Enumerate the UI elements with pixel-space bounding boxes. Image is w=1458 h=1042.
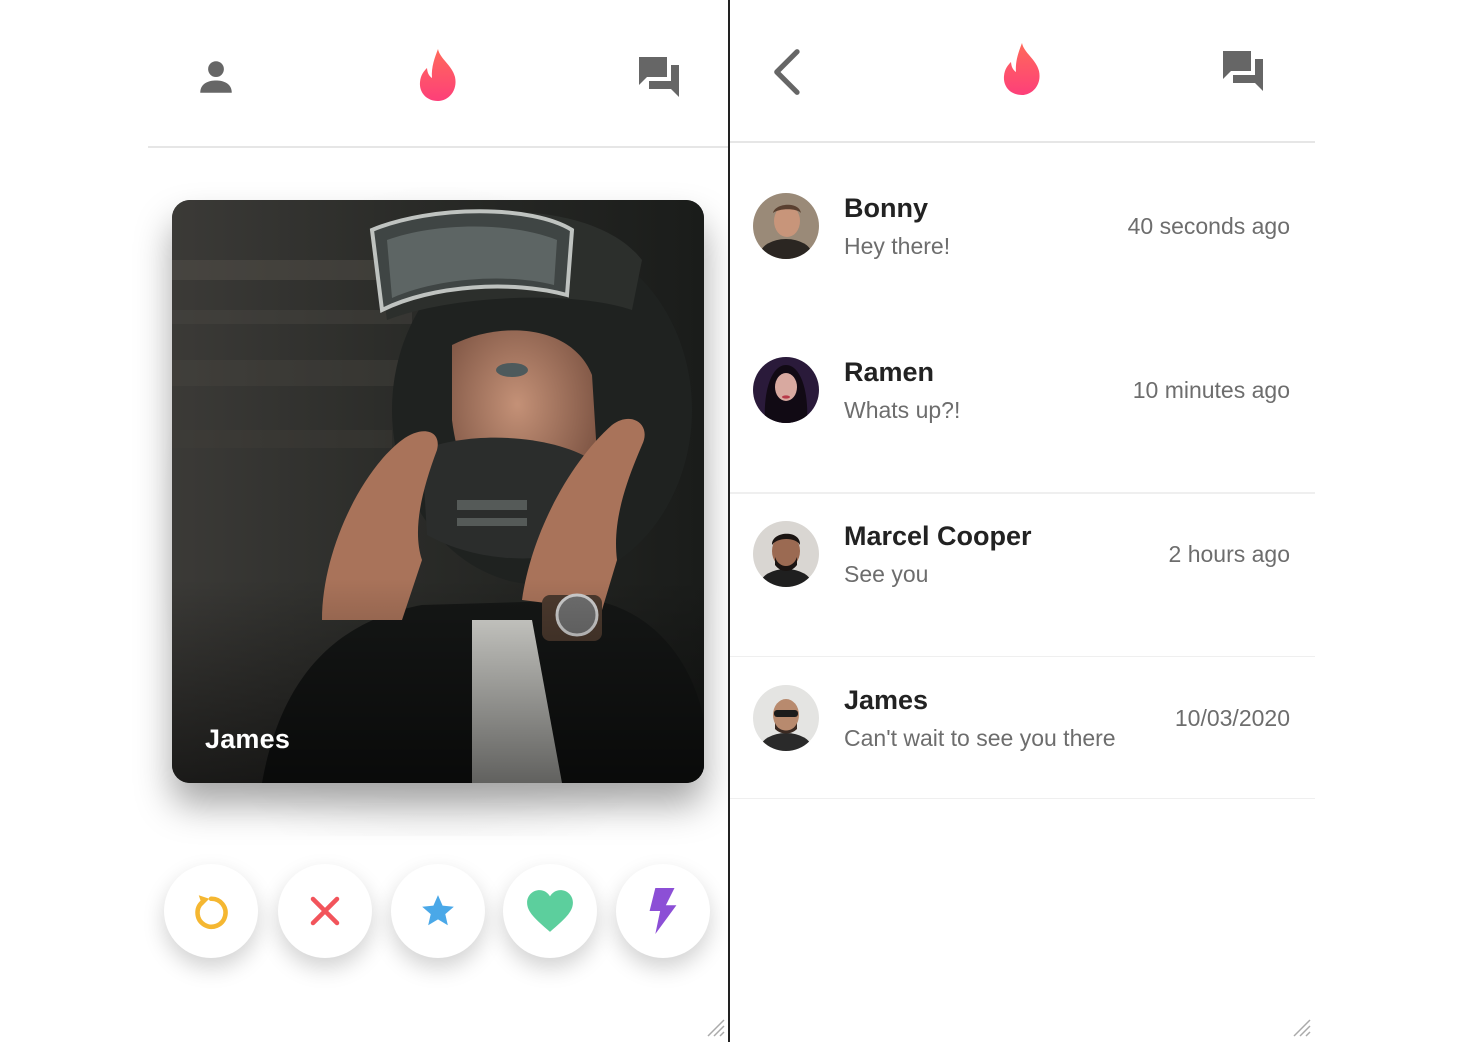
message-time: 40 seconds ago xyxy=(1127,213,1290,239)
contact-name: Bonny xyxy=(844,193,928,223)
resize-grip-icon[interactable] xyxy=(1290,1016,1312,1038)
avatar xyxy=(753,357,819,423)
profile-button[interactable] xyxy=(188,52,244,102)
contact-name: Ramen xyxy=(844,357,935,387)
card-name: James xyxy=(205,724,291,754)
avatar xyxy=(753,685,819,751)
flame-icon xyxy=(1003,43,1040,95)
contact-name: Marcel Cooper xyxy=(844,521,1032,551)
message-time: 10 minutes ago xyxy=(1132,377,1290,403)
profile-photo xyxy=(172,200,704,783)
message-preview: Hey there! xyxy=(844,233,951,259)
profile-card[interactable]: James xyxy=(172,200,704,783)
person-icon xyxy=(200,61,232,93)
avatar-photo xyxy=(753,357,819,423)
like-button[interactable] xyxy=(503,864,597,958)
messages-button[interactable] xyxy=(630,50,688,104)
message-preview: Can't wait to see you there xyxy=(844,725,1116,751)
message-row[interactable]: James Can't wait to see you there 10/03/… xyxy=(730,657,1315,821)
star-icon xyxy=(422,895,454,926)
avatar xyxy=(753,521,819,587)
swipe-panel: James xyxy=(148,0,728,1042)
messages-panel: Bonny Hey there! 40 seconds ago Ramen Wh… xyxy=(730,0,1315,1042)
resize-grip-icon[interactable] xyxy=(704,1016,726,1038)
chat-icon xyxy=(639,57,679,97)
heart-icon xyxy=(527,890,573,932)
undo-icon xyxy=(195,895,228,929)
back-button[interactable] xyxy=(760,44,812,100)
message-row[interactable]: Bonny Hey there! 40 seconds ago xyxy=(730,165,1315,329)
header-divider xyxy=(148,146,728,148)
message-time: 2 hours ago xyxy=(1168,541,1290,567)
row-divider xyxy=(730,798,1315,799)
undo-button[interactable] xyxy=(164,864,258,958)
messages-button[interactable] xyxy=(1214,44,1272,98)
chevron-left-icon xyxy=(774,49,800,95)
avatar-photo xyxy=(753,521,819,587)
close-icon xyxy=(310,896,340,926)
boost-button[interactable] xyxy=(616,864,710,958)
lightning-icon xyxy=(649,888,677,934)
flame-icon xyxy=(419,49,456,101)
row-divider xyxy=(730,493,1315,494)
avatar xyxy=(753,193,819,259)
contact-name: James xyxy=(844,685,929,715)
message-row[interactable]: Marcel Cooper See you 2 hours ago xyxy=(730,493,1315,657)
home-flame-button[interactable] xyxy=(410,46,466,104)
message-preview: See you xyxy=(844,561,929,587)
avatar-photo xyxy=(753,685,819,751)
superlike-button[interactable] xyxy=(391,864,485,958)
home-flame-button[interactable] xyxy=(994,40,1050,98)
chat-icon xyxy=(1223,51,1263,91)
header-divider xyxy=(730,141,1315,143)
nope-button[interactable] xyxy=(278,864,372,958)
message-time: 10/03/2020 xyxy=(1174,705,1290,731)
message-preview: Whats up?! xyxy=(844,397,961,423)
avatar-photo xyxy=(753,193,819,259)
message-row[interactable]: Ramen Whats up?! 10 minutes ago xyxy=(730,329,1315,493)
